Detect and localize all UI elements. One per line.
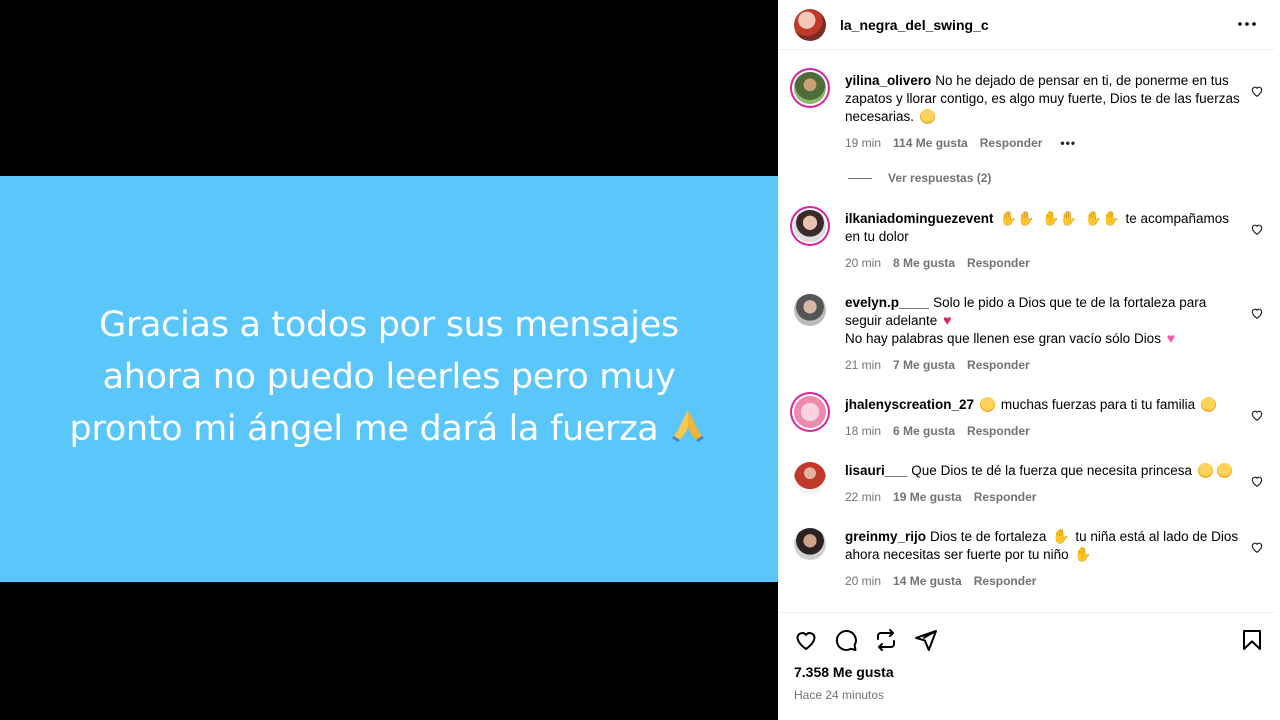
send-icon[interactable] (914, 628, 938, 652)
comment-time: 18 min (845, 424, 882, 438)
comment-likes[interactable]: 14 Me gusta (893, 572, 962, 590)
more-options-icon[interactable] (1235, 12, 1259, 36)
avatar[interactable] (794, 396, 826, 428)
raising-hands-icon: ✋✋ (999, 210, 1035, 226)
comment-meta: 19 min 114 Me gusta Responder ••• (845, 134, 1240, 152)
comment-likes[interactable]: 114 Me gusta (893, 134, 968, 152)
heart-icon[interactable] (1250, 540, 1264, 554)
pleading-face-icon (980, 397, 996, 412)
author-avatar[interactable] (794, 8, 826, 41)
praying-hands-icon: ✋ (1052, 528, 1070, 544)
heart-ribbon-icon: ♥ (1166, 330, 1176, 346)
comment-text: muchas fuerzas para ti tu familia (1000, 397, 1196, 412)
comment-body: jhalenyscreation_27 muchas fuerzas para … (845, 396, 1240, 440)
reply-button[interactable]: Responder (974, 572, 1037, 590)
comment-text: Dios te de fortaleza (930, 529, 1047, 544)
heart-icon[interactable] (1250, 84, 1264, 98)
heart-icon[interactable] (794, 628, 818, 652)
post-timestamp: Hace 24 minutos (794, 688, 885, 702)
comment-time: 20 min (845, 256, 882, 270)
comment-likes[interactable]: 7 Me gusta (893, 356, 955, 374)
comment-username[interactable]: evelyn.p____ (845, 295, 929, 310)
divider-line (848, 177, 872, 179)
view-replies-button[interactable]: Ver respuestas (2) (848, 171, 991, 185)
reply-button[interactable]: Responder (974, 488, 1037, 506)
post-details-panel: la_negra_del_swing_c yilina_olivero No he… (778, 0, 1275, 720)
right-edge-strip (1275, 0, 1280, 720)
comment-item: lisauri___ Que Dios te dé la fuerza que n… (794, 462, 1264, 516)
raising-hands-icon: ✋✋ (1042, 210, 1078, 226)
comment-likes[interactable]: 8 Me gusta (893, 254, 955, 272)
avatar[interactable] (794, 210, 826, 242)
reply-button[interactable]: Responder (980, 134, 1043, 152)
comment-username[interactable]: lisauri___ (845, 463, 907, 478)
comment-icon[interactable] (834, 628, 858, 652)
post-header: la_negra_del_swing_c (778, 0, 1275, 50)
comment-body: greinmy_rijo Dios te de fortaleza ✋ tu ni… (845, 528, 1240, 590)
post-media-pane: Gracias a todos por sus mensajes ahora n… (0, 0, 778, 720)
comment-username[interactable]: yilina_olivero (845, 73, 931, 88)
avatar[interactable] (794, 528, 826, 560)
comment-time: 21 min (845, 358, 882, 372)
reply-button[interactable]: Responder (967, 422, 1030, 440)
raising-hands-icon: ✋✋ (1084, 210, 1120, 226)
post-image-text-line: ahora no puedo leerles pero muy (102, 357, 676, 397)
comment-more-icon[interactable]: ••• (1060, 134, 1076, 152)
comment-time: 19 min (845, 136, 882, 150)
comment-username[interactable]: greinmy_rijo (845, 529, 926, 544)
author-username[interactable]: la_negra_del_swing_c (840, 17, 989, 33)
heart-icon[interactable] (1250, 408, 1264, 422)
praying-hands-icon: ✋ (1074, 546, 1092, 562)
comment-meta: 22 min 19 Me gusta Responder (845, 488, 1240, 506)
heart-icon[interactable] (1250, 306, 1264, 320)
pleading-face-icon (1200, 397, 1216, 412)
comment-body: yilina_olivero No he dejado de pensar en … (845, 72, 1240, 152)
comment-meta: 20 min 14 Me gusta Responder (845, 572, 1240, 590)
comment-time: 22 min (845, 490, 882, 504)
comment-time: 20 min (845, 574, 882, 588)
comment-username[interactable]: ilkaniadominguezevent (845, 211, 994, 226)
post-image-text-line-3: pronto mi ángel me dará la fuerza (69, 409, 659, 449)
avatar[interactable] (794, 294, 826, 326)
heart-icon[interactable] (1250, 222, 1264, 236)
post-image-text-line: Gracias a todos por sus mensajes (99, 305, 679, 345)
comment-meta: 18 min 6 Me gusta Responder (845, 422, 1240, 440)
comments-list[interactable]: yilina_olivero No he dejado de pensar en … (778, 51, 1275, 611)
comment-body: ilkaniadominguezevent ✋✋ ✋✋ ✋✋ te acompañ… (845, 210, 1240, 272)
reply-button[interactable]: Responder (967, 254, 1030, 272)
comment-body: evelyn.p____ Solo le pido a Dios que te d… (845, 294, 1240, 374)
avatar[interactable] (794, 462, 826, 494)
view-replies-label: Ver respuestas (2) (888, 171, 992, 185)
crying-face-icon (919, 109, 935, 124)
comment-meta: 21 min 7 Me gusta Responder (845, 356, 1240, 374)
comment-text: Que Dios te dé la fuerza que necesita pr… (911, 463, 1192, 478)
post-likes-count[interactable]: 7.358 Me gusta (794, 664, 894, 680)
comment-item: jhalenyscreation_27 muchas fuerzas para … (794, 396, 1264, 450)
post-image-text: Gracias a todos por sus mensajes ahora n… (39, 299, 739, 459)
reply-button[interactable]: Responder (967, 356, 1030, 374)
crying-face-icon (1216, 463, 1232, 478)
avatar[interactable] (794, 72, 826, 104)
comment-body: lisauri___ Que Dios te dé la fuerza que n… (845, 462, 1240, 506)
comment-text-line-2: No hay palabras que llenen ese gran vací… (845, 331, 1161, 346)
heart-icon[interactable] (1250, 474, 1264, 488)
repost-icon[interactable] (874, 628, 898, 652)
comment-meta: 20 min 8 Me gusta Responder (845, 254, 1240, 272)
comment-item: ilkaniadominguezevent ✋✋ ✋✋ ✋✋ te acompañ… (794, 210, 1264, 280)
post-image-text-line: pronto mi ángel me dará la fuerza (39, 403, 739, 459)
comment-likes[interactable]: 6 Me gusta (893, 422, 955, 440)
pleading-face-icon (1197, 463, 1213, 478)
praying-hands-icon (668, 404, 708, 459)
heart-emoji-icon: ♥ (943, 312, 952, 328)
comment-item: greinmy_rijo Dios te de fortaleza ✋ tu ni… (794, 528, 1264, 598)
comment-item: evelyn.p____ Solo le pido a Dios que te d… (794, 294, 1264, 380)
comment-likes[interactable]: 19 Me gusta (893, 488, 962, 506)
comment-username[interactable]: jhalenyscreation_27 (845, 397, 974, 412)
post-image[interactable]: Gracias a todos por sus mensajes ahora n… (0, 176, 778, 582)
bookmark-icon[interactable] (1240, 628, 1264, 652)
